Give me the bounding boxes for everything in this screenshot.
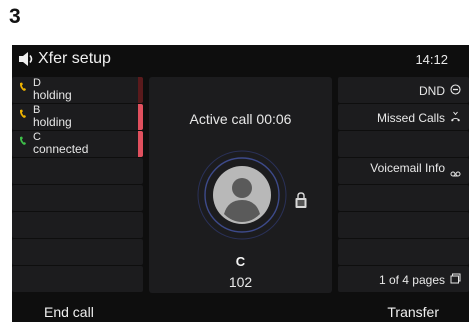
key-label: Voicemail Info [370,161,445,175]
function-key-empty[interactable] [338,239,469,265]
voicemail-info-key[interactable]: Voicemail Info [338,158,469,184]
line-indicator [138,77,143,103]
function-key-empty[interactable] [338,131,469,157]
phone-connected-icon [19,136,26,145]
speaker-icon [19,52,33,66]
pages-icon [450,273,461,284]
line-indicator [138,131,143,157]
line-key-empty[interactable] [12,158,143,184]
line-key-d[interactable]: D holding [12,77,143,103]
phone-hold-icon [19,109,26,118]
voicemail-icon [450,171,461,177]
caller-name: C [235,254,246,269]
contact-avatar-icon [197,150,287,240]
key-label: 1 of 4 pages [378,273,445,287]
missed-calls-key[interactable]: Missed Calls [338,104,469,130]
active-call-panel: Active call 00:06 C 102 [149,77,332,293]
phone-screen: Xfer setup 14:12 D holding B holding C c… [12,45,469,322]
line-key-b[interactable]: B holding [12,104,143,130]
line-state: holding [33,115,72,129]
line-key-empty[interactable] [12,212,143,238]
function-key-empty[interactable] [338,212,469,238]
step-number: 3 [9,5,21,28]
dnd-icon [450,84,461,95]
call-status: Active call 00:06 [189,111,292,127]
status-bar: Xfer setup 14:12 [12,45,469,73]
line-key-empty[interactable] [12,185,143,211]
clock: 14:12 [415,52,448,67]
softkey-bar: End call Transfer [12,299,469,322]
dnd-key[interactable]: DND [338,77,469,103]
line-indicator [138,104,143,130]
page-indicator-key[interactable]: 1 of 4 pages [338,266,469,292]
caller-number: 102 [228,274,253,290]
line-key-c[interactable]: C connected [12,131,143,157]
end-call-softkey[interactable]: End call [44,304,94,320]
phone-hold-icon [19,82,26,91]
key-label: DND [419,84,445,98]
srtp-lock-icon [295,192,307,208]
line-key-empty[interactable] [12,266,143,292]
line-key-empty[interactable] [12,239,143,265]
missed-calls-icon [451,111,460,122]
transfer-softkey[interactable]: Transfer [387,304,439,320]
function-key-empty[interactable] [338,185,469,211]
line-state: connected [33,142,89,156]
line-state: holding [33,88,72,102]
screen-title: Xfer setup [38,50,111,67]
key-label: Missed Calls [376,111,445,125]
